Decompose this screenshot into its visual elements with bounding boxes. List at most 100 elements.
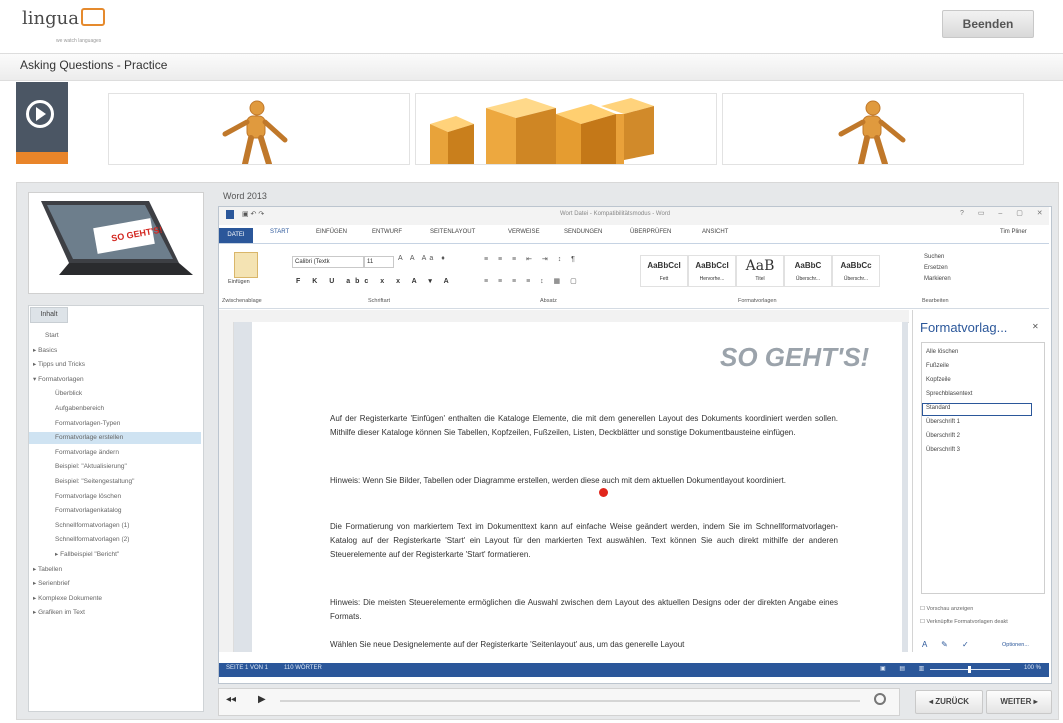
doc-paragraph-1[interactable]: Auf der Registerkarte 'Einfügen' enthalt… (330, 412, 838, 440)
font-format-buttons[interactable]: F K U abc x x A ▾ A (296, 277, 454, 285)
style-fett[interactable]: AaBbCcI Fett (640, 255, 688, 287)
style-sample: AaBbCc (840, 261, 872, 270)
paste-icon[interactable] (234, 252, 258, 278)
nav-item[interactable]: ▸ Tabellen (29, 564, 201, 576)
nav-item[interactable]: ▸ Tipps und Tricks (29, 359, 201, 371)
tab-seitenlayout[interactable]: SEITENLAYOUT (430, 229, 475, 235)
page-count: SEITE 1 VON 1 (226, 665, 269, 671)
logo-text: lingua (22, 8, 79, 29)
style-item[interactable]: Alle löschen (926, 349, 958, 355)
doc-paragraph-3[interactable]: Die Formatierung von markiertem Text im … (330, 520, 838, 562)
replace-button[interactable]: Ersetzen (924, 263, 951, 274)
nav-item[interactable]: Formatvorlage löschen (29, 491, 201, 503)
nav-item[interactable]: Beispiel: "Seitengestaltung" (29, 476, 201, 488)
preview-checkbox[interactable]: ☐ Vorschau anzeigen (920, 606, 973, 612)
course-title: Asking Questions - Practice (20, 58, 168, 72)
styles-pane-buttons[interactable]: A ✎ ✓ (922, 640, 975, 649)
options-link[interactable]: Optionen... (1002, 642, 1029, 648)
exit-button[interactable]: Beenden (942, 10, 1034, 38)
tab-sendungen[interactable]: SENDUNGEN (564, 229, 602, 235)
style-ueberschrift-1[interactable]: AaBbC Überschr... (784, 255, 832, 287)
cursor-indicator-dot (599, 488, 608, 497)
group-label-font: Schriftart (368, 298, 391, 304)
user-name[interactable]: Tim Pliner (1000, 229, 1027, 235)
progress-track[interactable] (280, 700, 860, 702)
style-ueberschrift-2[interactable]: AaBbCc Überschr... (832, 255, 880, 287)
nav-item[interactable]: Formatvorlagen-Typen (29, 418, 201, 430)
view-buttons[interactable]: ▣ ▤ ▥ (880, 665, 930, 672)
close-icon[interactable]: ✕ (1032, 322, 1039, 331)
list-buttons[interactable]: ≡ ≡ ≡ ⇤ ⇥ ↕ ¶ (484, 255, 579, 263)
font-name-select[interactable]: Calibri (Textk (292, 256, 364, 268)
style-item[interactable]: Kopfzeile (926, 377, 951, 383)
preview-label: Vorschau anzeigen (926, 606, 974, 612)
nav-item[interactable]: ▸ Basics (29, 345, 201, 357)
font-size-select[interactable]: 11 (364, 256, 394, 268)
tab-ansicht[interactable]: ANSICHT (702, 229, 728, 235)
tab-datei[interactable]: DATEI (219, 228, 253, 243)
word-window-title: Wort Datei - Kompatibilitätsmodus - Word (560, 211, 671, 217)
save-icon[interactable]: ▣ ↶ ↷ (242, 210, 264, 218)
style-hervorhebung[interactable]: AaBbCcI Hervorhe... (688, 255, 736, 287)
group-label-editing: Bearbeiten (922, 298, 949, 304)
style-item[interactable]: Fußzeile (926, 363, 949, 369)
doc-paragraph-2[interactable]: Hinweis: Wenn Sie Bilder, Tabellen oder … (330, 474, 838, 488)
nav-item[interactable]: ▸ Grafiken im Text (29, 607, 201, 619)
lingua-logo: lingua (22, 8, 105, 29)
tab-entwurf[interactable]: ENTWURF (372, 229, 402, 235)
style-item[interactable]: Sprechblasentext (926, 391, 972, 397)
style-name: Überschr... (843, 276, 869, 282)
style-name: Hervorhe... (699, 276, 725, 282)
editing-group: Suchen Ersetzen Markieren (924, 252, 951, 285)
search-button[interactable]: Suchen (924, 252, 951, 263)
module-title: Word 2013 (223, 191, 267, 201)
replay-icon[interactable] (874, 693, 886, 705)
back-button[interactable]: ◂ ZURÜCK (915, 690, 983, 714)
play-triangle-icon (36, 107, 46, 121)
style-item[interactable]: Überschrift 2 (926, 433, 960, 439)
player-controls (218, 688, 900, 716)
style-sample: AaBbC (794, 261, 822, 270)
group-label-clipboard: Zwischenablage (222, 298, 262, 304)
vertical-ruler (219, 322, 234, 652)
tab-start[interactable]: START (270, 229, 289, 235)
nav-item[interactable]: Formatvorlagenkatalog (29, 505, 201, 517)
font-grow-icons[interactable]: A A Aa ♦ (398, 255, 448, 262)
align-buttons[interactable]: ≡ ≡ ≡ ≡ ↕ ▦ ▢ (484, 277, 581, 285)
style-item[interactable]: Überschrift 3 (926, 447, 960, 453)
nav-item[interactable]: Beispiel: "Aktualisierung" (29, 461, 201, 473)
tab-einfuegen[interactable]: EINFÜGEN (316, 229, 347, 235)
style-item[interactable]: Überschrift 1 (926, 419, 960, 425)
image-panel-figure-left (108, 93, 410, 165)
style-name: Überschr... (795, 276, 821, 282)
nav-item[interactable]: Aufgabenbereich (29, 403, 201, 415)
window-controls[interactable]: ? ▭ – ▢ ✕ (960, 209, 1049, 217)
zoom-slider-thumb[interactable] (968, 666, 971, 673)
rewind-icon[interactable]: ◂◂ (226, 694, 236, 705)
nav-item[interactable]: ▾ Formatvorlagen (29, 374, 201, 386)
next-button[interactable]: WEITER ▸ (986, 690, 1052, 714)
play-icon[interactable]: ▶ (258, 694, 266, 705)
tab-verweise[interactable]: VERWEISE (508, 229, 540, 235)
nav-item[interactable]: Überblick (29, 388, 201, 400)
wooden-figure-icon (222, 100, 288, 164)
nav-item[interactable]: Schnellformatvorlagen (1) (29, 520, 201, 532)
style-titel[interactable]: AaB Titel (736, 255, 784, 287)
wooden-figure-icon (838, 100, 906, 164)
linked-styles-checkbox[interactable]: ☐ Verknüpfte Formatvorlagen deakt (920, 619, 1008, 625)
nav-item-selected[interactable]: Formatvorlage erstellen (29, 432, 201, 445)
course-thumbnail: SO GEHT'S! (28, 192, 204, 294)
doc-paragraph-5[interactable]: Wählen Sie neue Designelemente auf der R… (330, 638, 838, 652)
tab-inhalt[interactable]: Inhalt (30, 307, 68, 323)
style-item-selected[interactable]: Standard (926, 405, 950, 411)
nav-item[interactable]: Start (29, 330, 201, 342)
nav-item[interactable]: ▸ Komplexe Dokumente (29, 593, 201, 605)
word-app-icon (226, 210, 234, 219)
select-button[interactable]: Markieren (924, 274, 951, 285)
nav-item[interactable]: ▸ Serienbrief (29, 578, 201, 590)
nav-item[interactable]: Schnellformatvorlagen (2) (29, 534, 201, 546)
nav-item[interactable]: ▸ Fallbeispiel "Bericht" (29, 549, 201, 561)
nav-item[interactable]: Formatvorlage ändern (29, 447, 201, 459)
tab-ueberpruefen[interactable]: ÜBERPRÜFEN (630, 229, 671, 235)
doc-paragraph-4[interactable]: Hinweis: Die meisten Steuerelemente ermö… (330, 596, 838, 624)
